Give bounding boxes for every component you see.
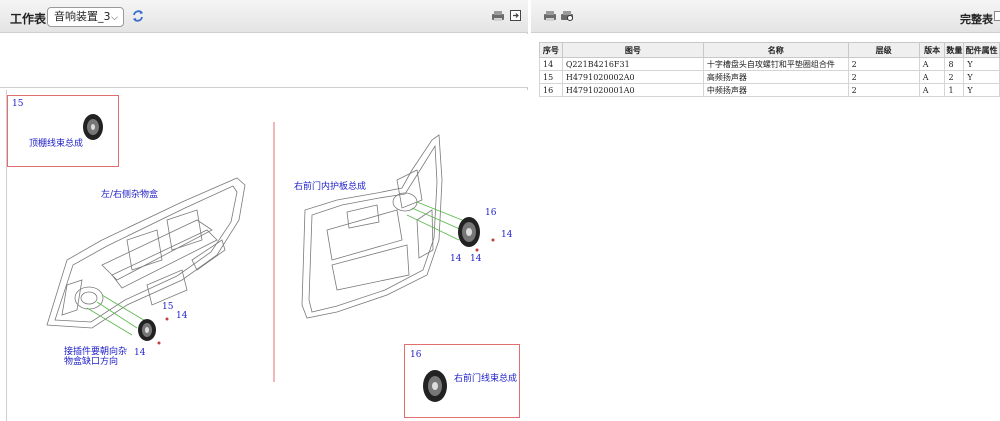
drawing-header-area	[0, 34, 528, 88]
complete-table-checkbox[interactable]	[994, 11, 1000, 21]
part-number-14-a: 14	[176, 311, 188, 321]
print-preview-icon[interactable]	[560, 10, 574, 22]
table-cell: A	[918, 83, 946, 97]
table-cell: 2	[847, 70, 920, 84]
callout-box-15	[7, 95, 119, 167]
drawing-toolbar: 工作表 音响装置_3 ⌵	[0, 0, 528, 33]
exploded-drawing[interactable]: 15 顶棚线束总成 16 右前门线束总成 左/右侧杂物盒 右前门内护板总成 接插…	[6, 90, 528, 421]
left-assembly-label: 左/右侧杂物盒	[101, 190, 159, 200]
midrange-speaker-16[interactable]	[458, 217, 480, 247]
install-note-line-2: 物盒缺口方向	[64, 357, 119, 367]
worksheet-select-value: 音响装置_3	[54, 10, 111, 23]
tweeter-speaker-15[interactable]	[138, 319, 156, 341]
callout-label-15: 顶棚线束总成	[29, 139, 84, 149]
table-header-row: 序号 图号 名称 层级 版本 数量 配件属性	[539, 42, 1000, 58]
refresh-icon[interactable]	[131, 9, 145, 23]
table-cell: Y	[963, 57, 1000, 71]
callout-number-16: 16	[410, 350, 422, 360]
table-cell: H4791020001A0	[561, 83, 704, 97]
table-cell: 十字槽盘头自攻螺钉和平垫圈组合件	[702, 57, 849, 71]
table-row[interactable]: 16 H4791020001A0 中频扬声器 2 A 1 Y	[539, 83, 1000, 97]
column-header[interactable]: 数量	[944, 42, 965, 58]
column-header[interactable]: 版本	[918, 42, 946, 58]
bom-toolbar: 完整表	[531, 0, 1000, 33]
table-cell: 15	[539, 70, 563, 84]
table-cell: Y	[963, 83, 1000, 97]
app-root: 工作表 音响装置_3 ⌵ 15 顶棚线束总成 16 右前门线束总成 左/右侧杂物…	[0, 0, 1000, 421]
bom-table: 序号 图号 名称 层级 版本 数量 配件属性 14 Q221B4216F31 十…	[539, 42, 1000, 97]
worksheet-select[interactable]: 音响装置_3 ⌵	[47, 7, 124, 27]
callout-number-15: 15	[12, 99, 24, 109]
table-cell: 14	[539, 57, 563, 71]
table-cell: 16	[539, 83, 563, 97]
table-cell: 8	[944, 57, 965, 71]
bom-pane: 完整表 序号 图号 名称 层级 版本 数量 配件属性 14 Q221B4216F…	[531, 0, 1000, 421]
complete-table-label: 完整表	[960, 13, 993, 26]
table-cell: 1	[944, 83, 965, 97]
table-cell: Y	[963, 70, 1000, 84]
right-door-trim-assembly	[301, 134, 443, 319]
part-number-14-c: 14	[501, 230, 513, 240]
table-cell: 2	[847, 83, 920, 97]
drawing-pane: 工作表 音响装置_3 ⌵ 15 顶棚线束总成 16 右前门线束总成 左/右侧杂物…	[0, 0, 528, 421]
column-header[interactable]: 序号	[539, 42, 563, 58]
right-assembly-label: 右前门内护板总成	[294, 182, 367, 192]
column-header[interactable]: 图号	[561, 42, 704, 58]
part-number-14-e: 14	[470, 254, 482, 264]
table-cell: 2	[944, 70, 965, 84]
column-header[interactable]: 名称	[702, 42, 849, 58]
table-row[interactable]: 15 H4791020002A0 高频扬声器 2 A 2 Y	[539, 70, 1000, 84]
part-number-14-b: 14	[134, 348, 146, 358]
table-cell: 高频扬声器	[702, 70, 849, 84]
table-cell: H4791020002A0	[561, 70, 704, 84]
table-cell: 中频扬声器	[702, 83, 849, 97]
callout-label-16: 右前门线束总成	[454, 374, 518, 384]
worksheet-label: 工作表	[10, 12, 47, 26]
chevron-down-icon: ⌵	[111, 13, 118, 23]
export-icon[interactable]	[510, 10, 521, 21]
table-cell: A	[918, 57, 946, 71]
part-number-14-d: 14	[450, 254, 462, 264]
table-cell: 2	[847, 57, 920, 71]
part-number-16: 16	[485, 208, 497, 218]
table-cell: Q221B4216F31	[561, 57, 704, 71]
print-icon[interactable]	[543, 10, 557, 22]
part-number-15: 15	[162, 302, 174, 312]
table-cell: A	[918, 70, 946, 84]
left-glovebox-assembly	[46, 177, 246, 329]
table-row[interactable]: 14 Q221B4216F31 十字槽盘头自攻螺钉和平垫圈组合件 2 A 8 Y	[539, 57, 1000, 71]
print-icon[interactable]	[491, 10, 505, 22]
column-header[interactable]: 配件属性	[963, 42, 1000, 58]
column-header[interactable]: 层级	[847, 42, 920, 58]
